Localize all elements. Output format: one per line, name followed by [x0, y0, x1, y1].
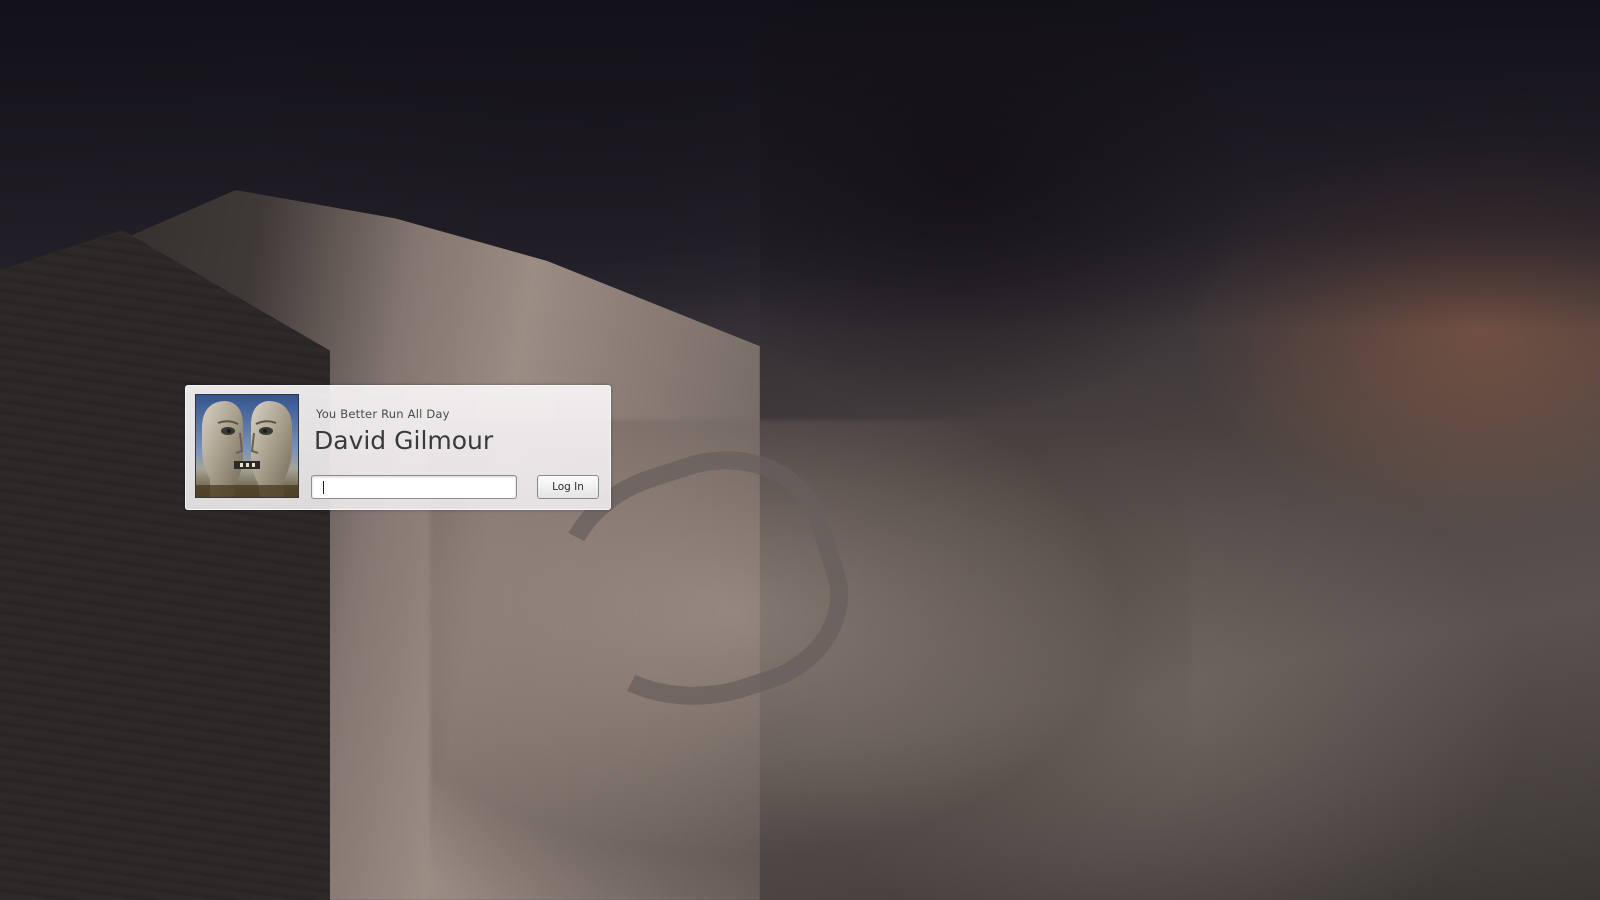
avatar-image: [196, 395, 298, 497]
login-panel: You Better Run All Day David Gilmour Log…: [185, 385, 611, 510]
session-subtitle: You Better Run All Day: [316, 407, 450, 421]
background-wood-face: [0, 230, 330, 900]
login-button[interactable]: Log In: [537, 475, 599, 499]
text-caret: [323, 481, 324, 494]
user-avatar-icon: [195, 394, 299, 498]
username-label: David Gilmour: [314, 426, 494, 455]
desktop-background: You Better Run All Day David Gilmour Log…: [0, 0, 1600, 900]
background-shadow-right: [760, 0, 1260, 420]
password-input[interactable]: [311, 475, 517, 499]
